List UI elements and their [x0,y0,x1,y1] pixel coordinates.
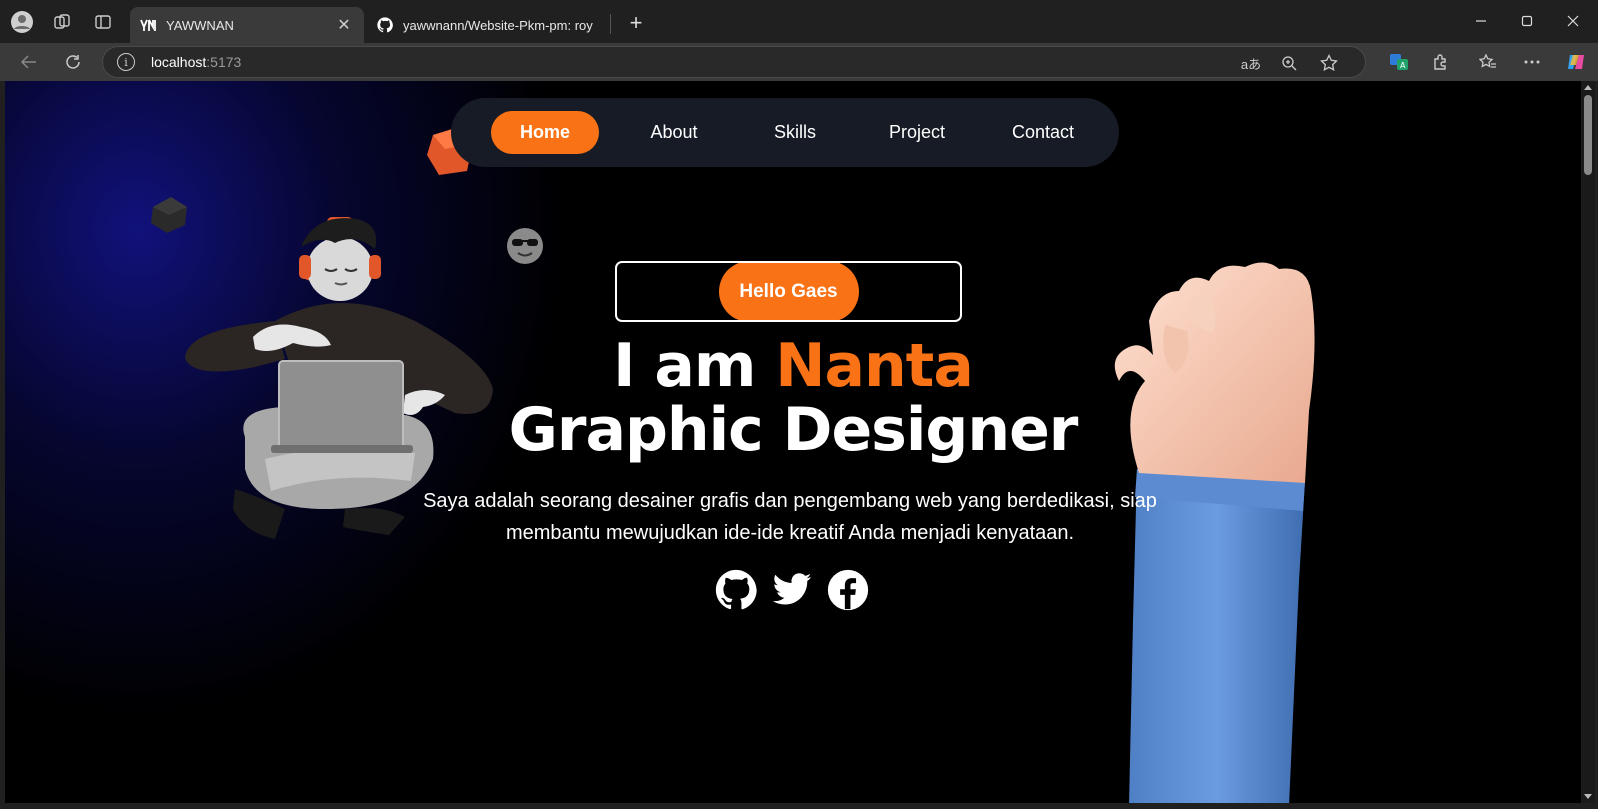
nav-contact[interactable]: Contact [993,111,1093,154]
hero-description: Saya adalah seorang desainer grafis dan … [423,490,1157,544]
workspaces-icon[interactable] [48,8,76,36]
github-icon[interactable] [715,569,757,611]
translator-extension-icon[interactable]: A [1384,48,1414,76]
github-favicon-icon [377,17,393,33]
cool-emoji-decoration [507,228,543,264]
nav-about[interactable]: About [627,111,721,154]
hello-badge-text: Hello Gaes [739,280,838,302]
more-options-icon[interactable] [1517,48,1547,76]
hero-heading-line1: I am Nanta [613,331,974,401]
tab-github[interactable]: yawwnann/Website-Pkm-pm: roy [367,7,607,43]
close-window-icon[interactable] [1550,6,1596,36]
nav-skills[interactable]: Skills [751,111,839,154]
favorites-icon[interactable] [1473,48,1503,76]
zoom-icon[interactable] [1277,51,1301,75]
browser-tab-bar: YAWWNAN ✕ yawwnann/Website-Pkm-pm: roy + [0,0,1598,43]
maximize-icon[interactable] [1504,6,1550,36]
tab-actions-icon[interactable] [89,8,117,36]
tab-title: YAWWNAN [166,17,234,33]
close-tab-icon[interactable]: ✕ [334,15,354,35]
address-bar[interactable]: i localhost:5173 aあ [102,46,1366,78]
nav-project[interactable]: Project [869,111,965,154]
scroll-down-icon[interactable] [1584,794,1592,799]
hello-badge: Hello Gaes [615,261,962,322]
scroll-thumb[interactable] [1584,95,1592,175]
tab-separator [610,14,611,34]
extensions-icon[interactable] [1425,48,1455,76]
facebook-icon[interactable] [827,569,869,611]
profile-icon[interactable] [8,8,36,36]
new-tab-icon[interactable]: + [622,9,650,37]
hero-name: Nanta [775,331,974,401]
social-links [715,569,875,611]
page-viewport: Home About Skills Project Contact Hello … [5,81,1581,803]
nav-home[interactable]: Home [491,111,599,154]
minimize-icon[interactable] [1458,6,1504,36]
address-url[interactable]: localhost:5173 [151,54,241,70]
copilot-icon[interactable] [1561,48,1591,76]
hero-heading-line2: Graphic Designer [508,395,1079,465]
refresh-icon[interactable] [58,48,88,76]
twitter-icon[interactable] [771,569,813,611]
favorite-star-icon[interactable] [1317,51,1341,75]
yawwnan-favicon-icon [140,17,156,33]
site-info-icon[interactable]: i [117,53,135,71]
translate-icon[interactable]: aあ [1239,51,1263,75]
main-nav: Home About Skills Project Contact [451,98,1119,167]
browser-toolbar: i localhost:5173 aあ A [0,43,1598,81]
svg-text:A: A [1400,61,1406,70]
back-icon[interactable] [14,48,44,76]
page-scrollbar[interactable] [1581,81,1595,803]
tab-yawwnan[interactable]: YAWWNAN ✕ [130,7,364,43]
scroll-up-icon[interactable] [1584,85,1592,90]
tab-title: yawwnann/Website-Pkm-pm: roy [403,17,593,33]
